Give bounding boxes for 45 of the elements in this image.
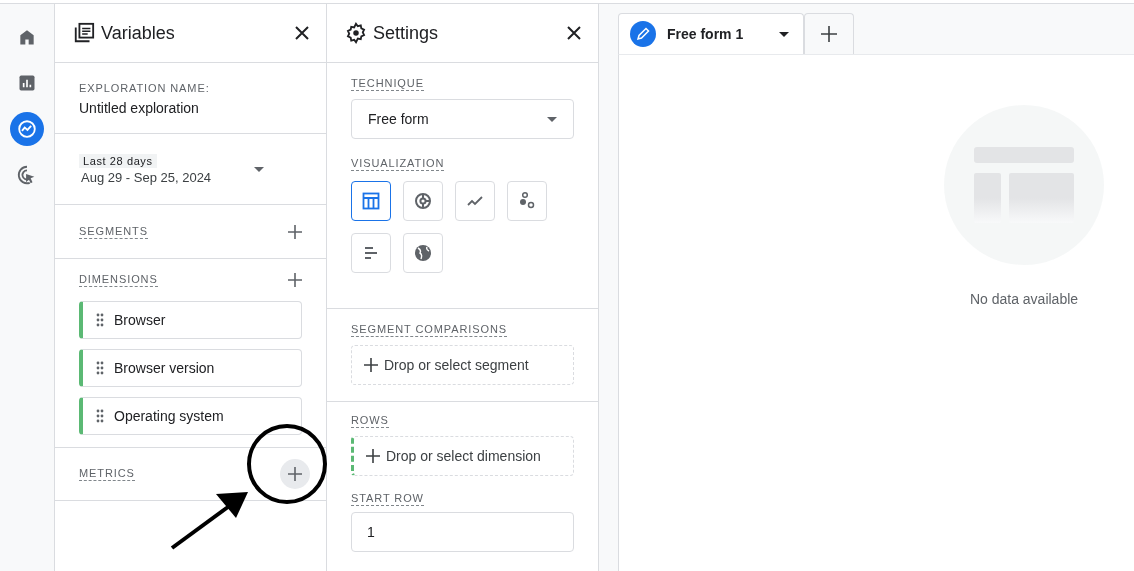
bar-chart-icon[interactable]	[351, 233, 391, 273]
close-icon[interactable]	[566, 25, 582, 41]
scatter-plot-icon[interactable]	[507, 181, 547, 221]
section-label: START ROW	[351, 492, 424, 506]
technique-dropdown[interactable]: Free form	[351, 99, 574, 139]
drag-handle-icon[interactable]	[96, 313, 104, 327]
dimension-chip[interactable]: Operating system	[79, 397, 302, 435]
section-label: VISUALIZATION	[351, 157, 445, 171]
exploration-name[interactable]: Untitled exploration	[79, 100, 302, 116]
section-label: METRICS	[79, 467, 135, 481]
close-icon[interactable]	[294, 25, 310, 41]
section-label: DIMENSIONS	[79, 273, 158, 287]
start-row-field[interactable]: 1	[351, 512, 574, 552]
trend-chart-icon[interactable]	[10, 112, 44, 146]
add-tab-button[interactable]	[804, 13, 854, 54]
plus-icon	[366, 449, 380, 463]
section-label: ROWS	[351, 414, 389, 428]
pencil-icon	[629, 20, 657, 48]
globe-icon[interactable]	[403, 233, 443, 273]
settings-icon	[345, 22, 367, 44]
caret-icon	[779, 31, 789, 37]
drag-handle-icon[interactable]	[96, 409, 104, 423]
caret-icon	[547, 116, 557, 122]
plus-icon	[821, 26, 837, 42]
tab[interactable]: Free form 1	[618, 13, 804, 54]
table-icon[interactable]	[351, 181, 391, 221]
panel-title: Settings	[373, 22, 440, 44]
dimension-drop-zone[interactable]: Drop or select dimension	[351, 436, 574, 476]
section-label: SEGMENT COMPARISONS	[351, 323, 508, 337]
empty-state-message: No data available	[969, 291, 1079, 307]
dimension-chip[interactable]: Browser	[79, 301, 302, 339]
section-label: TECHNIQUE	[351, 77, 424, 91]
donut-chart-icon[interactable]	[403, 181, 443, 221]
add-icon[interactable]	[280, 459, 310, 489]
dimension-chip[interactable]: Browser version	[79, 349, 302, 387]
caret-icon[interactable]	[254, 166, 264, 172]
segment-drop-zone[interactable]: Drop or select segment	[351, 345, 574, 385]
panel-title: Variables	[101, 22, 176, 44]
date-range-picker[interactable]: Last 28 days Aug 29 - Sep 25, 2024	[79, 153, 212, 185]
variables-list-icon	[73, 22, 95, 44]
drag-handle-icon[interactable]	[96, 361, 104, 375]
line-chart-icon[interactable]	[455, 181, 495, 221]
plus-icon	[364, 358, 378, 372]
section-label: EXPLORATION NAME:	[79, 82, 210, 95]
section-label: SEGMENTS	[79, 224, 148, 239]
